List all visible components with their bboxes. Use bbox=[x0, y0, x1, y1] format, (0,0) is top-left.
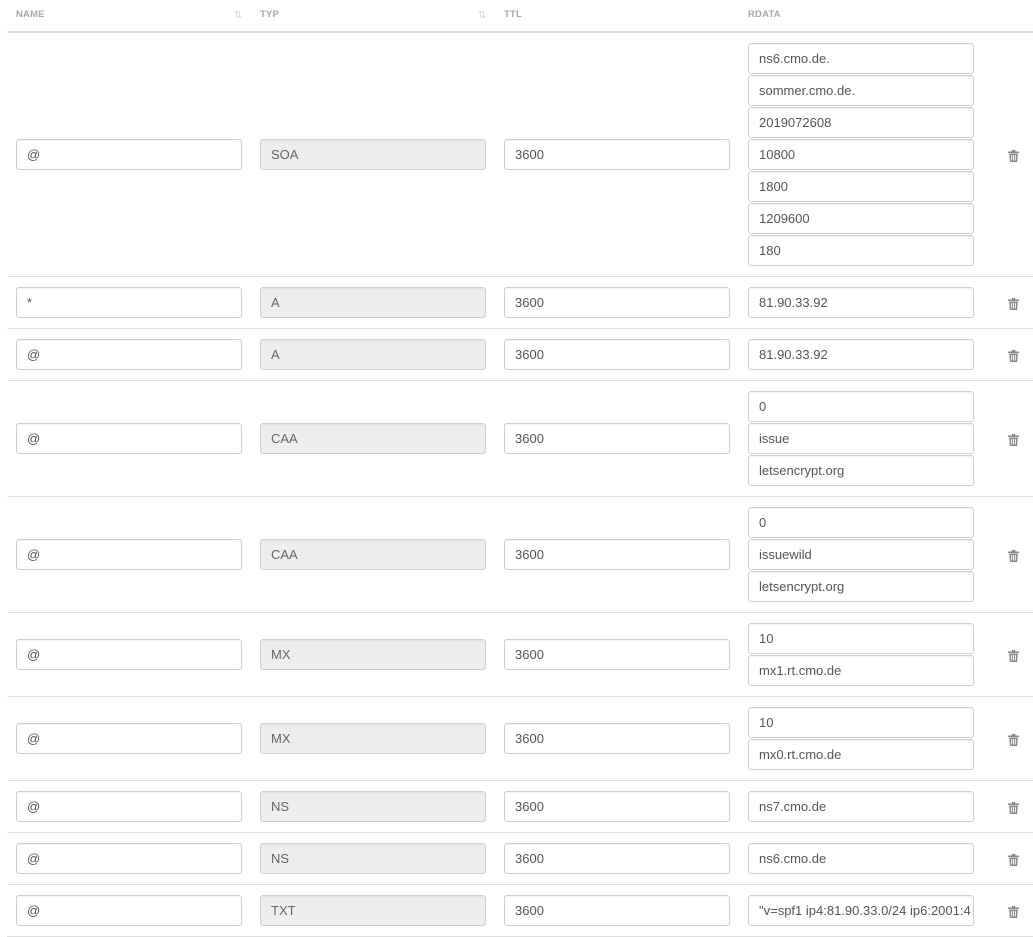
trash-icon[interactable] bbox=[1008, 433, 1019, 446]
trash-icon[interactable] bbox=[1008, 733, 1019, 746]
rdata-input[interactable]: 1209600 bbox=[748, 203, 974, 234]
ttl-input[interactable]: 3600 bbox=[504, 139, 730, 170]
type-field: A bbox=[260, 339, 486, 370]
name-input[interactable]: @ bbox=[16, 639, 242, 670]
rdata-input[interactable]: issue bbox=[748, 423, 974, 454]
rdata-input[interactable]: issuewild bbox=[748, 539, 974, 570]
rdata-input[interactable]: 81.90.33.92 bbox=[748, 287, 974, 318]
type-field: NS bbox=[260, 791, 486, 822]
name-input[interactable]: @ bbox=[16, 139, 242, 170]
ttl-input[interactable]: 3600 bbox=[504, 639, 730, 670]
ttl-input[interactable]: 3600 bbox=[504, 723, 730, 754]
rdata-input[interactable]: 81.90.33.92 bbox=[748, 339, 974, 370]
rdata-input[interactable]: 0 bbox=[748, 507, 974, 538]
ttl-input[interactable]: 3600 bbox=[504, 843, 730, 874]
rdata-input[interactable]: "v=spf1 ip4:81.90.33.0/24 ip6:2001:4 bbox=[748, 895, 974, 926]
trash-icon[interactable] bbox=[1008, 853, 1019, 866]
rdata-fields: ns7.cmo.de bbox=[748, 791, 974, 822]
column-header-name[interactable]: NAME bbox=[16, 9, 45, 20]
type-field: MX bbox=[260, 639, 486, 670]
trash-icon[interactable] bbox=[1008, 801, 1019, 814]
rdata-fields: 81.90.33.92 bbox=[748, 287, 974, 318]
trash-icon[interactable] bbox=[1008, 549, 1019, 562]
rdata-fields: ns6.cmo.de bbox=[748, 843, 974, 874]
column-header-ttl: TTL bbox=[504, 9, 523, 20]
sort-icon[interactable]: ⇅ bbox=[478, 10, 488, 21]
trash-icon[interactable] bbox=[1008, 349, 1019, 362]
column-header-rdata: RDATA bbox=[748, 9, 781, 20]
rdata-input[interactable]: 10 bbox=[748, 623, 974, 654]
table-row: @ TXT 3600 "v=spf1 ip4:81.90.33.0/24 ip6:20… bbox=[7, 885, 1033, 937]
rdata-fields: 10 mx1.rt.cmo.de bbox=[748, 623, 974, 686]
rdata-input[interactable]: letsencrypt.org bbox=[748, 571, 974, 602]
rdata-fields: ns6.cmo.de. sommer.cmo.de. 2019072608 10800… bbox=[748, 43, 974, 266]
table-row: @ A 3600 81.90.33.92 bbox=[7, 329, 1033, 381]
type-field: SOA bbox=[260, 139, 486, 170]
ttl-input[interactable]: 3600 bbox=[504, 287, 730, 318]
rdata-fields: 10 mx0.rt.cmo.de bbox=[748, 707, 974, 770]
table-row: @ CAA 3600 0 issuewild letsencrypt.org bbox=[7, 497, 1033, 613]
ttl-input[interactable]: 3600 bbox=[504, 539, 730, 570]
type-field: NS bbox=[260, 843, 486, 874]
rdata-input[interactable]: mx0.rt.cmo.de bbox=[748, 739, 974, 770]
table-row: @ CAA 3600 0 issue letsencrypt.org bbox=[7, 381, 1033, 497]
rdata-input[interactable]: ns7.cmo.de bbox=[748, 791, 974, 822]
table-row: @ NS 3600 ns7.cmo.de bbox=[7, 781, 1033, 833]
rdata-input[interactable]: letsencrypt.org bbox=[748, 455, 974, 486]
trash-icon[interactable] bbox=[1008, 905, 1019, 918]
rdata-input[interactable]: 1800 bbox=[748, 171, 974, 202]
name-input[interactable]: @ bbox=[16, 843, 242, 874]
trash-icon[interactable] bbox=[1008, 649, 1019, 662]
rdata-input[interactable]: ns6.cmo.de bbox=[748, 843, 974, 874]
table-row: @ SOA 3600 ns6.cmo.de. sommer.cmo.de. 2019072… bbox=[7, 33, 1033, 277]
ttl-input[interactable]: 3600 bbox=[504, 339, 730, 370]
name-input[interactable]: @ bbox=[16, 423, 242, 454]
name-input[interactable]: @ bbox=[16, 895, 242, 926]
table-row: * A 3600 81.90.33.92 bbox=[7, 277, 1033, 329]
name-input[interactable]: @ bbox=[16, 791, 242, 822]
rdata-input[interactable]: 180 bbox=[748, 235, 974, 266]
rdata-fields: "v=spf1 ip4:81.90.33.0/24 ip6:2001:4 bbox=[748, 895, 974, 926]
type-field: CAA bbox=[260, 539, 486, 570]
name-input[interactable]: * bbox=[16, 287, 242, 318]
table-row: @ MX 3600 10 mx1.rt.cmo.de bbox=[7, 613, 1033, 697]
sort-icon[interactable]: ⇅ bbox=[234, 10, 244, 21]
type-field: A bbox=[260, 287, 486, 318]
name-input[interactable]: @ bbox=[16, 723, 242, 754]
table-row: @ NS 3600 ns6.cmo.de bbox=[7, 833, 1033, 885]
rdata-input[interactable]: 10 bbox=[748, 707, 974, 738]
ttl-input[interactable]: 3600 bbox=[504, 791, 730, 822]
table-body: @ SOA 3600 ns6.cmo.de. sommer.cmo.de. 2019072… bbox=[7, 33, 1033, 937]
type-field: TXT bbox=[260, 895, 486, 926]
table-header: NAME ⇅ TYP ⇅ TTL RDATA bbox=[7, 0, 1033, 33]
type-field: CAA bbox=[260, 423, 486, 454]
trash-icon[interactable] bbox=[1008, 297, 1019, 310]
rdata-input[interactable]: sommer.cmo.de. bbox=[748, 75, 974, 106]
ttl-input[interactable]: 3600 bbox=[504, 423, 730, 454]
type-field: MX bbox=[260, 723, 486, 754]
rdata-fields: 0 issue letsencrypt.org bbox=[748, 391, 974, 486]
ttl-input[interactable]: 3600 bbox=[504, 895, 730, 926]
name-input[interactable]: @ bbox=[16, 339, 242, 370]
rdata-input[interactable]: 0 bbox=[748, 391, 974, 422]
table-row: @ MX 3600 10 mx0.rt.cmo.de bbox=[7, 697, 1033, 781]
rdata-input[interactable]: 10800 bbox=[748, 139, 974, 170]
column-header-type[interactable]: TYP bbox=[260, 9, 279, 20]
name-input[interactable]: @ bbox=[16, 539, 242, 570]
rdata-input[interactable]: ns6.cmo.de. bbox=[748, 43, 974, 74]
trash-icon[interactable] bbox=[1008, 149, 1019, 162]
rdata-input[interactable]: 2019072608 bbox=[748, 107, 974, 138]
rdata-fields: 0 issuewild letsencrypt.org bbox=[748, 507, 974, 602]
dns-records-table: NAME ⇅ TYP ⇅ TTL RDATA @ SOA 3600 ns6.cmo.d… bbox=[7, 0, 1033, 937]
rdata-fields: 81.90.33.92 bbox=[748, 339, 974, 370]
rdata-input[interactable]: mx1.rt.cmo.de bbox=[748, 655, 974, 686]
